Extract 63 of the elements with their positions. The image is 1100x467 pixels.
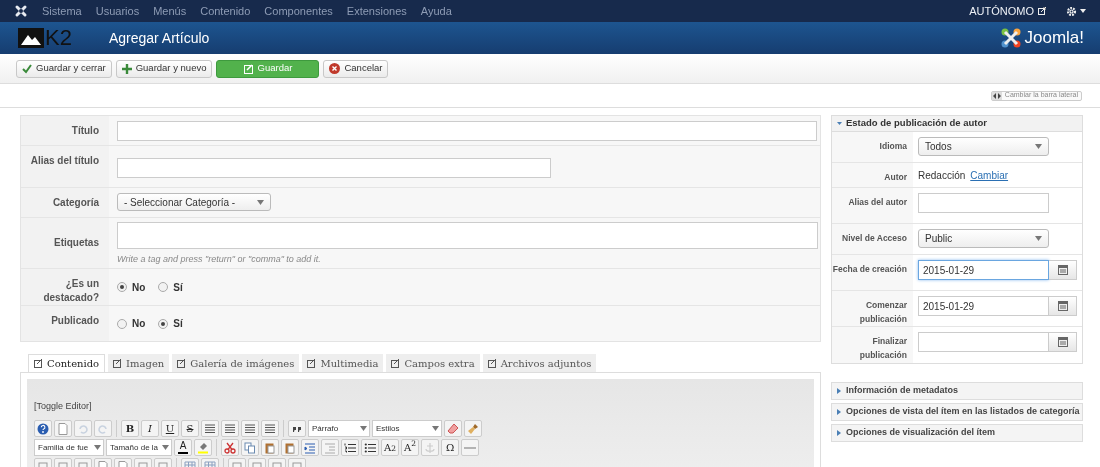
- accordion-header[interactable]: Opciones de visualización del ítem: [831, 424, 1083, 442]
- menu-item[interactable]: Componentes: [264, 2, 333, 20]
- field-label: Fecha de creación: [832, 255, 913, 290]
- menu-item[interactable]: Sistema: [42, 2, 82, 20]
- format-button[interactable]: I: [141, 420, 159, 437]
- format-button[interactable]: A$_{2}$: [381, 439, 399, 456]
- field-label: ¿Es un destacado?: [21, 269, 109, 305]
- panel-header[interactable]: Estado de publicación de autor: [832, 116, 1082, 132]
- menu-item[interactable]: Extensiones: [346, 2, 407, 20]
- toolbar-button[interactable]: Guardar y nuevo: [115, 59, 213, 78]
- field-label: Idioma: [832, 132, 913, 162]
- radio-label: Sí: [173, 280, 183, 295]
- field-label: Etiquetas: [21, 218, 109, 268]
- dropdown-select[interactable]: Public: [918, 229, 1049, 248]
- field-label: Finalizar publicación: [832, 327, 913, 363]
- editor-select[interactable]: Estilos: [372, 420, 442, 437]
- format-button[interactable]: U: [161, 420, 179, 437]
- change-link[interactable]: Cambiar: [970, 167, 1009, 183]
- tab[interactable]: Galería de imágenes: [172, 354, 300, 372]
- field-label: Nivel de Acceso: [832, 224, 913, 254]
- menu-item[interactable]: Usuarios: [95, 2, 140, 20]
- field-label: Autor: [832, 163, 913, 187]
- format-button[interactable]: S: [181, 420, 199, 437]
- editor-select[interactable]: Tamaño de la: [106, 439, 172, 456]
- field-label: Comenzar publicación: [832, 291, 913, 326]
- author-name: Redacción: [918, 168, 966, 183]
- format-button[interactable]: Ω: [441, 439, 460, 456]
- date-field[interactable]: 2015-01-29: [918, 260, 1049, 280]
- field-label: Categoría: [21, 188, 109, 217]
- toolbar-button[interactable]: Cancelar: [323, 59, 389, 78]
- logo-text: K2: [45, 28, 72, 48]
- tab[interactable]: Multimedia: [302, 354, 384, 372]
- radio-label: No: [132, 280, 146, 295]
- accordion-header[interactable]: Opciones de vista del ítem en las listados de categoría: [831, 403, 1083, 421]
- text-color-button[interactable]: A: [174, 439, 192, 456]
- tab[interactable]: Archivos adjuntos: [482, 354, 597, 372]
- editor-select[interactable]: Familia de fue: [34, 439, 104, 456]
- category-select[interactable]: - Seleccionar Categoría -: [117, 193, 271, 211]
- accordion-header[interactable]: Información de metadatos: [831, 382, 1083, 400]
- dropdown-select[interactable]: Todos: [918, 137, 1049, 156]
- editor-select[interactable]: Párrafo: [308, 420, 370, 437]
- tab[interactable]: Imagen: [108, 354, 170, 372]
- menu-item[interactable]: Ayuda: [420, 2, 452, 20]
- date-field[interactable]: 2015-01-29: [918, 296, 1049, 316]
- site-link[interactable]: AUTÓNOMO: [969, 2, 1034, 20]
- tab[interactable]: Contenido: [28, 354, 106, 372]
- field-label: Alias del autor: [832, 188, 913, 223]
- menu-item[interactable]: Menús: [153, 2, 187, 20]
- brand-name: Joomla!: [1024, 27, 1084, 50]
- toolbar-button[interactable]: Guardar y cerrar: [16, 59, 112, 78]
- toggle-editor-link[interactable]: [Toggle Editor]: [34, 401, 92, 411]
- menu-item[interactable]: Contenido: [200, 2, 251, 20]
- field-label: Alias del título: [21, 146, 109, 187]
- tab[interactable]: Campos extra: [386, 354, 480, 372]
- format-button[interactable]: A$^{2}$: [401, 439, 420, 456]
- radio-label: No: [132, 317, 146, 331]
- panel-title: Estado de publicación de autor: [846, 116, 987, 131]
- field-label: Título: [21, 116, 109, 145]
- field-label: Publicado: [21, 306, 109, 341]
- radio-label: Sí: [173, 317, 183, 331]
- hint-text: Write a tag and press "return" or "comma" to add it.: [117, 253, 322, 266]
- format-button[interactable]: B: [121, 420, 139, 437]
- page-title: Agregar Artículo: [108, 28, 210, 48]
